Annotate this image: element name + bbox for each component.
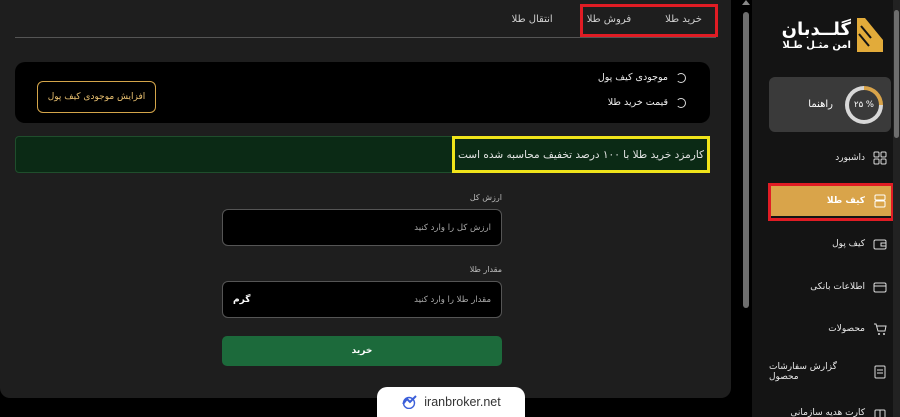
tab-divider bbox=[15, 37, 716, 38]
annotation-highlight-gold-wallet bbox=[768, 183, 894, 221]
page-scrollbar[interactable] bbox=[893, 0, 900, 417]
total-value-field[interactable]: ارزش کل را وارد کنید bbox=[222, 209, 502, 246]
wallet-summary-box: موجودی کیف پول قیمت خرید طلا افزایش موجو… bbox=[15, 62, 710, 123]
gold-amount-unit: گرم bbox=[233, 294, 251, 305]
gold-price-row: قیمت خرید طلا bbox=[608, 97, 686, 108]
increase-wallet-button[interactable]: افزایش موجودی کیف پول bbox=[37, 81, 156, 113]
main-scrollbar-thumb[interactable] bbox=[743, 12, 749, 308]
wallet-balance-row: موجودی کیف پول bbox=[598, 72, 686, 83]
gold-amount-placeholder: مقدار طلا را وارد کنید bbox=[414, 294, 491, 305]
sidebar-item-label: اطلاعات بانکی bbox=[810, 282, 865, 292]
gold-bars-logo-icon bbox=[857, 18, 883, 52]
guide-card[interactable]: راهنما ۲۵ % bbox=[769, 77, 891, 132]
main-panel: خرید طلا فروش طلا انتقال طلا موجودی کیف … bbox=[0, 0, 731, 398]
logo-subtitle: امن مثـل طـلا bbox=[782, 39, 851, 51]
sidebar-item-wallet[interactable]: کیف پول bbox=[769, 229, 891, 259]
gold-amount-label: مقدار طلا bbox=[469, 265, 502, 274]
guide-progress-ring: ۲۵ % bbox=[845, 85, 883, 124]
guide-label: راهنما bbox=[808, 99, 833, 110]
guide-progress-text: ۲۵ % bbox=[849, 89, 879, 120]
main-scrollbar[interactable] bbox=[742, 0, 750, 417]
watermark: iranbroker.net bbox=[377, 387, 525, 417]
scroll-up-arrow-icon[interactable] bbox=[742, 0, 750, 5]
annotation-highlight-tabs bbox=[580, 4, 718, 37]
watermark-text: iranbroker.net bbox=[424, 395, 501, 409]
dashboard-icon bbox=[873, 151, 887, 165]
sidebar-item-label: کیف پول bbox=[832, 239, 865, 249]
bank-card-icon bbox=[873, 280, 887, 294]
gold-price-label: قیمت خرید طلا bbox=[607, 97, 668, 108]
cart-icon bbox=[873, 322, 887, 336]
report-icon bbox=[873, 365, 887, 379]
tab-transfer-gold[interactable]: انتقال طلا bbox=[495, 4, 570, 36]
loading-spinner-icon bbox=[676, 97, 686, 108]
gold-amount-field[interactable]: گرم مقدار طلا را وارد کنید bbox=[222, 281, 502, 318]
total-value-label: ارزش کل bbox=[469, 193, 502, 202]
wallet-icon bbox=[873, 237, 887, 251]
total-value-placeholder: ارزش کل را وارد کنید bbox=[414, 222, 491, 233]
logo-title: گلــدبان bbox=[781, 18, 851, 40]
sidebar-item-label: داشبورد bbox=[835, 153, 865, 163]
sidebar-item-dashboard[interactable]: داشبورد bbox=[769, 143, 891, 173]
sidebar-item-label: محصولات bbox=[828, 324, 865, 334]
sidebar-item-gift-card[interactable]: کارت هدیه سازمانی bbox=[769, 398, 891, 417]
sidebar-item-order-report[interactable]: گزارش سفارشات محصول bbox=[769, 357, 891, 387]
sidebar-item-label: گزارش سفارشات محصول bbox=[769, 362, 837, 382]
page-scrollbar-thumb[interactable] bbox=[894, 10, 899, 138]
sidebar-item-bank-info[interactable]: اطلاعات بانکی bbox=[769, 272, 891, 302]
sidebar-item-label: کارت هدیه سازمانی bbox=[790, 408, 865, 417]
broker-logo-icon bbox=[402, 395, 417, 409]
wallet-balance-label: موجودی کیف پول bbox=[597, 72, 668, 83]
loading-spinner-icon bbox=[676, 72, 686, 83]
gift-card-icon bbox=[873, 406, 887, 417]
brand-logo: گلــدبان امن مثـل طـلا bbox=[782, 18, 883, 52]
fee-notice-text: کارمزد خرید طلا با ۱۰۰ درصد تخفیف محاسبه… bbox=[452, 136, 710, 173]
sidebar-item-products[interactable]: محصولات bbox=[769, 314, 891, 344]
buy-button[interactable]: خرید bbox=[222, 336, 502, 366]
